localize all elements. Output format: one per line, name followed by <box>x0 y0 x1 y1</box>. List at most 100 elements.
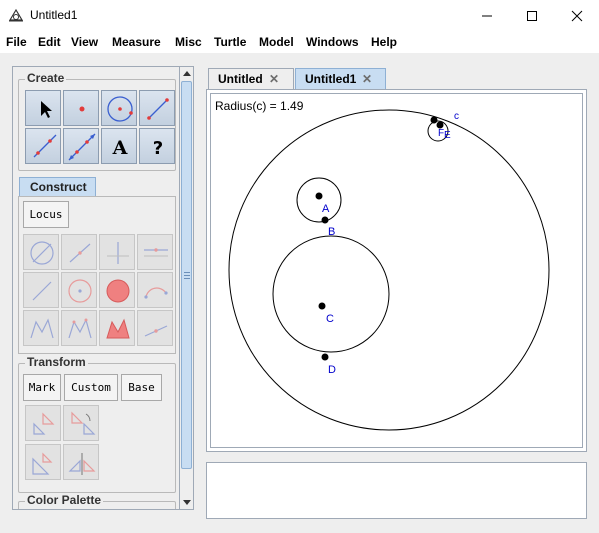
tool-panel-scrollbar[interactable] <box>180 66 194 510</box>
translate-icon <box>33 412 55 435</box>
segment-icon <box>147 98 169 120</box>
filled-polygon-icon <box>106 318 130 339</box>
arc-icon <box>144 287 168 299</box>
circle-construct-tool[interactable] <box>61 272 97 308</box>
ray-icon <box>33 134 57 158</box>
large-circle[interactable] <box>228 109 550 431</box>
create-title: Create <box>25 71 67 85</box>
line-tool[interactable] <box>63 128 99 164</box>
menu-help[interactable]: Help <box>371 35 397 49</box>
close-button[interactable] <box>554 0 599 30</box>
tool-panel: Create A ? Construct Locus Transform Mar… <box>12 66 180 510</box>
custom-button[interactable]: Custom <box>64 374 118 401</box>
base-button[interactable]: Base <box>121 374 162 401</box>
menu-file[interactable]: File <box>6 35 27 49</box>
label-c[interactable]: C <box>326 313 334 325</box>
locus-button[interactable]: Locus <box>23 201 69 228</box>
label-d[interactable]: D <box>328 364 336 376</box>
label-e[interactable]: E <box>444 130 451 141</box>
window-title: Untitled1 <box>30 8 78 22</box>
color-palette-title: Color Palette <box>25 493 104 507</box>
close-tab-icon[interactable]: ✕ <box>362 72 372 86</box>
help-tool[interactable]: ? <box>139 128 175 164</box>
segment-tool[interactable] <box>139 90 175 126</box>
parallel-icon <box>144 248 168 257</box>
arc-tool[interactable] <box>137 272 173 308</box>
intersection-icon <box>144 325 168 337</box>
polygon-interior-tool[interactable] <box>99 310 135 346</box>
menu-view[interactable]: View <box>71 35 98 49</box>
polyline-tool[interactable] <box>61 310 97 346</box>
parallel-tool[interactable] <box>137 234 173 270</box>
output-area[interactable] <box>206 462 587 519</box>
text-icon: A <box>112 137 128 159</box>
tab-untitled-label: Untitled <box>218 72 263 86</box>
label-circle-c[interactable]: c <box>454 111 459 122</box>
circle-tool[interactable] <box>101 90 137 126</box>
label-b[interactable]: B <box>328 226 335 238</box>
rotate-icon <box>71 411 96 435</box>
dilate-tool[interactable] <box>25 444 61 480</box>
midpoint-icon <box>69 243 91 263</box>
circle-slash-icon <box>30 241 54 265</box>
sketch-canvas[interactable]: Radius(c) = 1.49 A B C D c F E <box>210 93 583 448</box>
question-icon: ? <box>153 138 163 159</box>
scroll-up-icon[interactable] <box>182 69 192 79</box>
circle-c[interactable] <box>272 235 390 353</box>
polygon-icon <box>30 318 54 339</box>
scroll-down-icon[interactable] <box>182 497 192 507</box>
segment-construct-tool[interactable] <box>23 272 59 308</box>
tab-untitled[interactable]: Untitled ✕ <box>208 68 294 90</box>
perp-line-tool[interactable] <box>99 234 135 270</box>
svg-text:A: A <box>112 137 128 159</box>
perpendicular-icon <box>107 242 129 264</box>
circle-interior-tool[interactable] <box>99 272 135 308</box>
filled-circle-icon <box>106 279 130 303</box>
point-c[interactable] <box>318 302 326 310</box>
minimize-button[interactable] <box>464 0 509 30</box>
maximize-button[interactable] <box>509 0 554 30</box>
label-a[interactable]: A <box>322 203 330 215</box>
close-tab-icon[interactable]: ✕ <box>269 72 279 86</box>
menu-turtle[interactable]: Turtle <box>214 35 246 49</box>
menu-edit[interactable]: Edit <box>38 35 61 49</box>
intersection-tool[interactable] <box>137 310 173 346</box>
scroll-thumb[interactable] <box>181 81 192 469</box>
point-a[interactable] <box>315 192 323 200</box>
tab-untitled1[interactable]: Untitled1 ✕ <box>295 68 386 90</box>
color-palette-group: Color Palette <box>18 493 176 509</box>
menu-measure[interactable]: Measure <box>112 35 161 49</box>
polygon-tool[interactable] <box>23 310 59 346</box>
ray-tool[interactable] <box>25 128 61 164</box>
point-b[interactable] <box>321 216 329 224</box>
title-bar: Untitled1 <box>0 0 599 31</box>
mark-button[interactable]: Mark <box>23 374 61 401</box>
point-tool[interactable] <box>63 90 99 126</box>
menu-misc[interactable]: Misc <box>175 35 202 49</box>
line-icon <box>68 133 96 161</box>
minimize-icon <box>482 15 492 17</box>
select-tool[interactable] <box>25 90 61 126</box>
transform-title: Transform <box>25 355 88 369</box>
perpendicular-tool[interactable] <box>23 234 59 270</box>
reflect-tool[interactable] <box>63 444 99 480</box>
circle-a[interactable] <box>296 177 342 223</box>
segment-icon <box>32 281 52 301</box>
menu-model[interactable]: Model <box>259 35 294 49</box>
point-d[interactable] <box>321 353 329 361</box>
app-icon <box>8 8 24 22</box>
reflect-icon <box>68 453 96 475</box>
text-tool[interactable]: A <box>101 128 137 164</box>
point-icon <box>79 106 85 112</box>
menu-bar: File Edit View Measure Misc Turtle Model… <box>0 31 599 53</box>
tab-untitled1-label: Untitled1 <box>305 72 357 86</box>
menu-windows[interactable]: Windows <box>306 35 359 49</box>
tab-construct[interactable]: Construct <box>19 177 96 197</box>
polyline-icon <box>68 318 92 339</box>
midpoint-tool[interactable] <box>61 234 97 270</box>
svg-text:?: ? <box>153 138 163 159</box>
sketch-frame: Radius(c) = 1.49 A B C D c F E <box>206 89 587 452</box>
rotate-tool[interactable] <box>63 405 99 441</box>
point-f[interactable] <box>430 116 438 124</box>
translate-tool[interactable] <box>25 405 61 441</box>
